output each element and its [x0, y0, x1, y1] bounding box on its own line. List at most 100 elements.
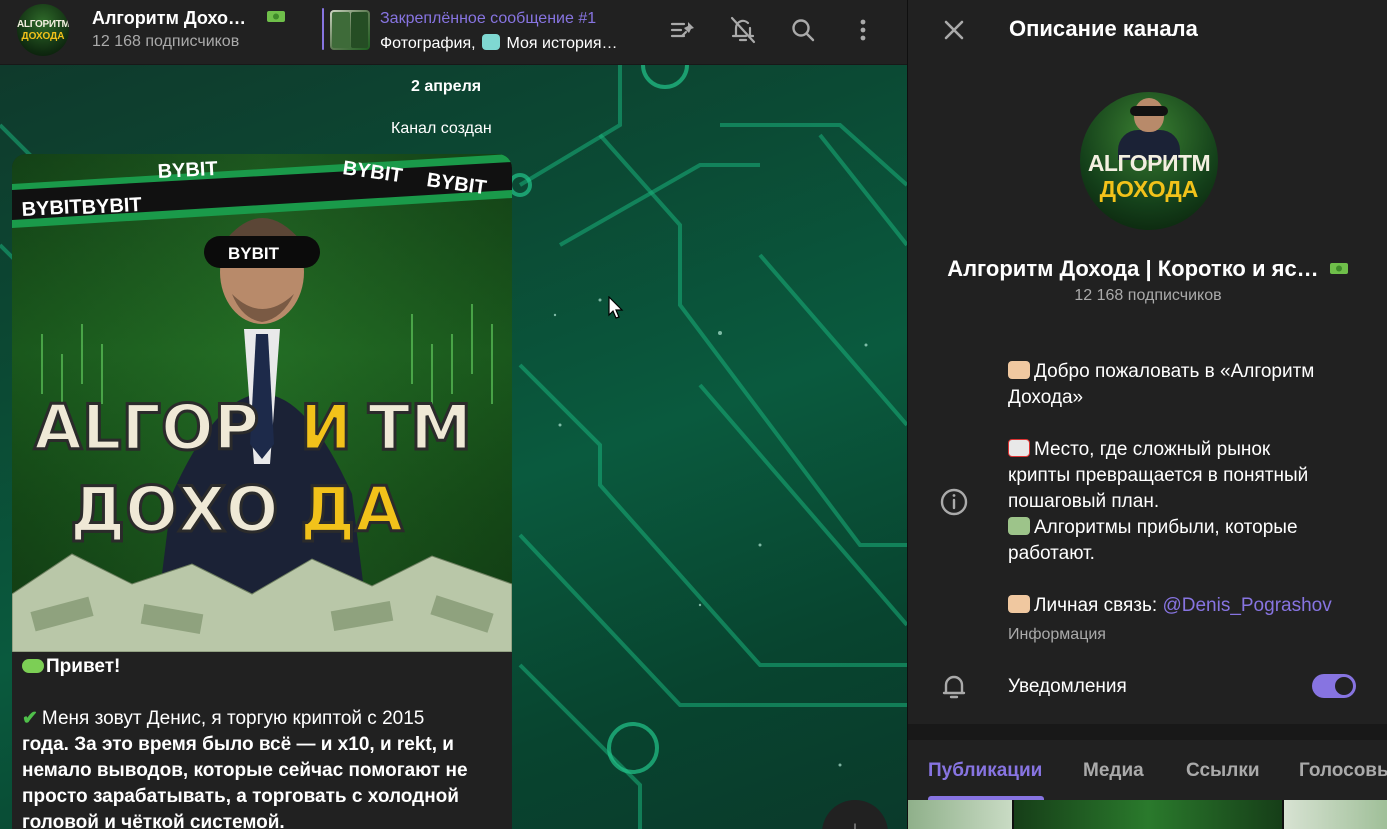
- tab-publications[interactable]: Публикации: [928, 760, 1042, 782]
- pinned-indicator-bar: [322, 8, 324, 50]
- channel-name: Алгоритм Дохода | Коротко и яс…: [936, 256, 1360, 282]
- pinned-list-icon: [670, 22, 694, 38]
- telegram-app: ALГОРИТМ ДОХОДА Алгоритм Дохо… 12 168 по…: [0, 0, 1387, 829]
- more-button[interactable]: [845, 12, 881, 48]
- desc-text-1: Добро пожаловать в «Алгоритм: [1034, 361, 1315, 382]
- panel-title: Описание канала: [1009, 16, 1198, 41]
- post-text: Привет! ✔ Меня зовут Денис, я торгую крип…: [22, 654, 502, 829]
- avatar-text-line1: ALГОРИТМ: [17, 19, 69, 30]
- post-title-part4: ДОХО: [70, 473, 278, 546]
- more-vertical-icon: [860, 19, 866, 41]
- pinned-thumbnail: [330, 10, 370, 50]
- money-wings-emoji-icon: [1008, 517, 1030, 535]
- tab-media[interactable]: Медиа: [1083, 760, 1144, 782]
- publications-grid: [908, 800, 1387, 829]
- pinned-preview-prefix: Фотография,: [380, 35, 476, 52]
- post-line-3: немало выводов, которые сейчас помогают …: [22, 758, 502, 784]
- avatar-large-line2: ДОХОДА: [1099, 176, 1199, 202]
- grid-thumbnail[interactable]: [1014, 800, 1282, 829]
- check-mark-icon: ✔: [22, 708, 38, 729]
- notifications-label: Уведомления: [1008, 676, 1127, 697]
- channel-avatar[interactable]: ALГОРИТМ ДОХОДА: [17, 4, 69, 56]
- desc-text-2: Дохода»: [1008, 387, 1084, 408]
- bell-icon: [942, 675, 966, 699]
- channel-avatar-large[interactable]: ALГОРИТМ ДОХОДА: [1080, 92, 1218, 230]
- avatar-blindfold-shape: [1130, 106, 1168, 116]
- date-divider: 2 апреля: [411, 78, 482, 95]
- desc-text-4: крипты превращается в понятный: [1008, 465, 1309, 486]
- desc-line-8: Личная связь: @Denis_Pograshov: [1008, 593, 1358, 619]
- money-emoji-icon: [1329, 263, 1348, 274]
- mouse-cursor-icon: [608, 296, 624, 319]
- post-bold-2: немало выводов, которые сейчас помогают …: [22, 760, 468, 781]
- grid-thumbnail[interactable]: [908, 800, 1012, 829]
- pinned-list-button[interactable]: [665, 12, 701, 48]
- post-bold-3: просто зарабатывать, а торговать с холод…: [22, 786, 459, 807]
- tab-voice[interactable]: Голосовые: [1299, 760, 1387, 782]
- pinned-title: Закреплённое сообщение #1: [380, 10, 597, 27]
- channel-name-text: Алгоритм Дохода | Коротко и яс…: [947, 256, 1319, 281]
- desc-text-5: пошаговый план.: [1008, 491, 1160, 512]
- grid-thumbnail[interactable]: [1284, 800, 1387, 829]
- tab-links[interactable]: Ссылки: [1186, 760, 1260, 782]
- post-intro-line: ✔ Меня зовут Денис, я торгую криптой с 20…: [22, 706, 502, 732]
- post-greeting: Привет!: [46, 656, 121, 677]
- close-panel-button[interactable]: [936, 12, 972, 48]
- desc-text-8: Личная связь:: [1034, 595, 1163, 616]
- desc-blank-2: [1008, 567, 1358, 593]
- desc-text-6: Алгоритмы прибыли, которые: [1034, 517, 1298, 538]
- contact-link[interactable]: @Denis_Pograshov: [1162, 595, 1331, 616]
- desc-line-3: Место, где сложный рынок: [1008, 437, 1358, 463]
- post-title-part5: ДА: [300, 473, 403, 546]
- description-label: Информация: [1008, 626, 1106, 643]
- bybit-tape-2: BYBIT: [81, 194, 142, 219]
- info-icon: [940, 488, 968, 516]
- channel-post[interactable]: BYBIT BYBIT BYBIT BYBIT BYBIT BYBIT ALГО…: [12, 154, 512, 829]
- post-photo[interactable]: BYBIT BYBIT BYBIT BYBIT BYBIT BYBIT ALГО…: [12, 154, 512, 652]
- channel-subscribers-panel: 12 168 подписчиков: [1074, 287, 1222, 304]
- money-emoji-icon: [267, 11, 285, 22]
- channel-description: Добро пожаловать в «Алгоритм Дохода» Мес…: [1008, 359, 1358, 619]
- bybit-blindfold: BYBIT: [228, 244, 280, 263]
- mute-bell-icon: [730, 16, 756, 44]
- handshake-emoji-icon: [22, 659, 44, 673]
- mute-button[interactable]: [725, 12, 761, 48]
- post-title-part2: И: [300, 391, 352, 464]
- search-icon: [792, 19, 815, 42]
- section-divider: [908, 724, 1387, 740]
- post-greeting-line: Привет!: [22, 654, 502, 680]
- media-tabs: Публикации Медиа Ссылки Голосовые: [908, 740, 1387, 800]
- pinned-message[interactable]: Закреплённое сообщение #1 Фотография, Мо…: [322, 6, 642, 52]
- desc-text-7: работают.: [1008, 543, 1095, 564]
- toggle-knob: [1333, 675, 1355, 697]
- post-photo-illustration: BYBIT BYBIT BYBIT BYBIT BYBIT BYBIT ALГО…: [12, 154, 512, 652]
- post-title-part1: ALГОР: [34, 391, 259, 464]
- pinned-preview-suffix: Моя история…: [506, 35, 618, 52]
- waving-hand-emoji-icon: [1008, 361, 1030, 379]
- bybit-tape-3: BYBIT: [157, 158, 218, 183]
- search-button[interactable]: [785, 12, 821, 48]
- desc-line-6: Алгоритмы прибыли, которые: [1008, 515, 1358, 541]
- post-line-4: просто зарабатывать, а торговать с холод…: [22, 784, 502, 810]
- post-bold-1: года. За это время было всё — и x10, и r…: [22, 734, 454, 755]
- channel-title[interactable]: Алгоритм Дохо…: [92, 8, 246, 29]
- post-title-part3: ТМ: [368, 391, 472, 464]
- chart-increasing-emoji-icon: [1008, 439, 1030, 457]
- channel-subscribers: 12 168 подписчиков: [92, 33, 240, 50]
- pinned-preview: Фотография, Моя история…: [380, 34, 618, 53]
- avatar-text-line2: ДОХОДА: [21, 31, 65, 42]
- post-bold-4: головой и чёткой системой.: [22, 812, 285, 829]
- desc-text-3: Место, где сложный рынок: [1034, 439, 1271, 460]
- chat-column: ALГОРИТМ ДОХОДА Алгоритм Дохо… 12 168 по…: [0, 0, 907, 829]
- notifications-row[interactable]: Уведомления: [908, 658, 1387, 714]
- channel-info-panel: Описание канала ALГОРИТМ ДОХОДА Алгоритм…: [907, 0, 1387, 829]
- message-emoji-icon: [482, 34, 501, 50]
- arrow-down-icon: ↓: [848, 814, 862, 829]
- desc-blank-1: [1008, 411, 1358, 437]
- close-icon: [944, 20, 964, 40]
- post-line-5: головой и чёткой системой.: [22, 810, 502, 829]
- bybit-tape-1: BYBIT: [21, 196, 82, 221]
- notifications-toggle[interactable]: [1312, 674, 1356, 698]
- service-message: Канал создан: [391, 120, 492, 137]
